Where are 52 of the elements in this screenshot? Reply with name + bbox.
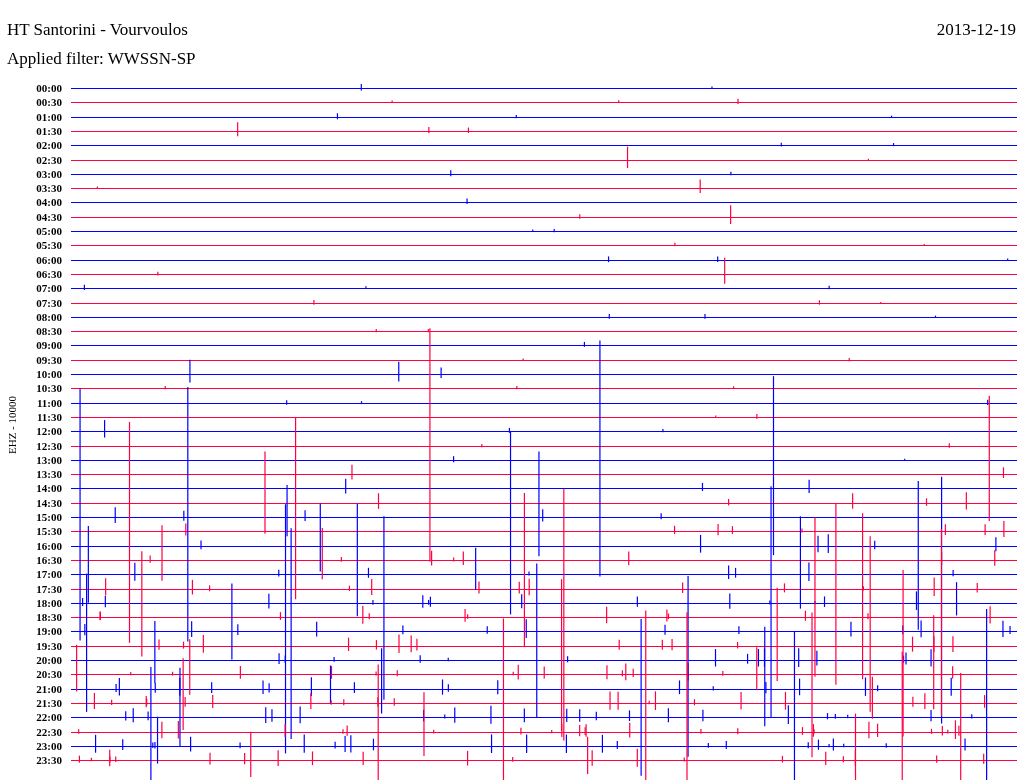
time-label: 20:00 (36, 654, 62, 666)
time-label: 15:30 (36, 525, 62, 537)
date-label: 2013-12-19 (936, 20, 1016, 41)
time-label: 18:00 (36, 597, 62, 609)
time-label: 10:30 (36, 382, 62, 394)
time-label: 11:00 (36, 397, 62, 409)
time-label: 03:30 (36, 182, 62, 194)
time-label: 09:00 (36, 339, 62, 351)
time-label: 11:30 (36, 411, 62, 423)
time-label: 06:00 (36, 254, 62, 266)
time-label: 13:00 (36, 454, 62, 466)
time-label: 23:30 (36, 754, 62, 766)
time-label: 06:30 (36, 268, 62, 280)
time-label: 00:30 (36, 96, 62, 108)
time-label: 04:30 (36, 211, 62, 223)
time-label: 07:30 (36, 297, 62, 309)
time-label: 17:30 (36, 583, 62, 595)
time-label: 01:00 (36, 111, 62, 123)
time-label: 05:00 (36, 225, 62, 237)
time-label: 00:00 (36, 82, 62, 94)
axis-label: EHZ - 10000 (6, 396, 18, 454)
time-label: 16:00 (36, 540, 62, 552)
time-label: 13:30 (36, 468, 62, 480)
time-label: 04:00 (36, 196, 62, 208)
station-title: HT Santorini - Vourvoulos (7, 20, 188, 41)
time-label: 20:30 (36, 668, 62, 680)
time-label: 21:30 (36, 697, 62, 709)
time-label: 14:30 (36, 497, 62, 509)
time-label: 22:30 (36, 726, 62, 738)
time-label: 03:00 (36, 168, 62, 180)
time-label: 10:00 (36, 368, 62, 380)
time-label: 08:30 (36, 325, 62, 337)
time-label: 19:00 (36, 625, 62, 637)
time-label: 19:30 (36, 640, 62, 652)
time-label: 07:00 (36, 282, 62, 294)
time-label: 23:00 (36, 740, 62, 752)
time-label: 08:00 (36, 311, 62, 323)
time-label: 02:30 (36, 154, 62, 166)
time-label: 15:00 (36, 511, 62, 523)
time-label: 12:00 (36, 425, 62, 437)
filter-label: Applied filter: WWSSN-SP (6, 48, 197, 70)
time-label: 14:00 (36, 482, 62, 494)
time-label: 18:30 (36, 611, 62, 623)
time-label: 09:30 (36, 354, 62, 366)
time-label: 21:00 (36, 683, 62, 695)
time-label: 22:00 (36, 711, 62, 723)
time-label: 16:30 (36, 554, 62, 566)
time-label: 05:30 (36, 239, 62, 251)
time-label: 17:00 (36, 568, 62, 580)
time-label: 02:00 (36, 139, 62, 151)
time-label: 01:30 (36, 125, 62, 137)
time-label: 12:30 (36, 440, 62, 452)
